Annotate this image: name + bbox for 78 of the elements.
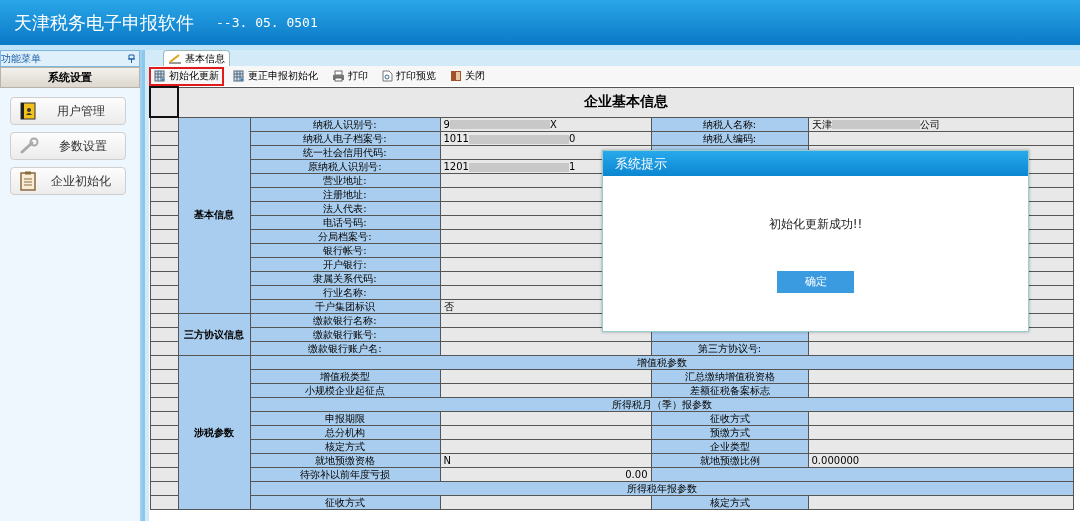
menu-button[interactable]: 企业初始化 bbox=[10, 167, 126, 195]
field-label: 银行帐号: bbox=[323, 245, 367, 256]
field-label: 汇总缴纳增值税资格 bbox=[684, 371, 775, 382]
field-label: 缴款银行账户名: bbox=[308, 343, 382, 354]
field-label: 分局档案号: bbox=[318, 231, 372, 242]
section-header[interactable]: 系统设置 bbox=[0, 67, 140, 88]
field-label: 就地预缴资格 bbox=[315, 455, 375, 466]
field-label: 统一社会信用代码: bbox=[303, 147, 387, 158]
value-text: X bbox=[549, 118, 557, 130]
contact-book-icon bbox=[19, 102, 37, 120]
field-label: 总分机构 bbox=[325, 427, 365, 438]
field-label: 隶属关系代码: bbox=[313, 273, 377, 284]
pencil-chart-icon bbox=[168, 53, 182, 64]
section-label: 基本信息 bbox=[194, 209, 234, 221]
menu-button[interactable]: 用户管理 bbox=[10, 97, 126, 125]
group-header: 所得税年报参数 bbox=[626, 483, 697, 494]
document-icon bbox=[382, 70, 393, 82]
value-text: 1 bbox=[568, 161, 576, 172]
toolbar-button[interactable]: 更正申报初始化 bbox=[228, 66, 323, 86]
value-text: 公司 bbox=[919, 118, 940, 130]
field-label: 征收方式 bbox=[709, 413, 750, 424]
menu-button[interactable]: 参数设置 bbox=[10, 132, 126, 160]
field-label: 预缴方式 bbox=[709, 427, 750, 438]
field-label: 注册地址: bbox=[323, 189, 367, 200]
value-text: 1201 bbox=[443, 161, 469, 172]
toolbar-button[interactable]: 打印预览 bbox=[377, 66, 441, 86]
group-header: 增值税参数 bbox=[636, 357, 687, 368]
field-label: 原纳税人识别号: bbox=[308, 161, 382, 172]
grid-icon bbox=[154, 70, 166, 82]
field-label: 缴款银行账号: bbox=[313, 329, 377, 340]
value-text: 否 bbox=[443, 301, 454, 312]
field-label: 就地预缴比例 bbox=[699, 455, 760, 466]
field-label: 小规模企业起征点 bbox=[305, 385, 385, 396]
dialog-message: 初始化更新成功!! bbox=[768, 216, 863, 233]
panel-title: 功能菜单 bbox=[1, 51, 41, 66]
field-label: 行业名称: bbox=[323, 287, 367, 298]
printer-icon bbox=[332, 70, 345, 82]
section-label: 涉税参数 bbox=[194, 426, 234, 438]
value-text: N bbox=[443, 455, 451, 466]
toolbar-button[interactable]: 打印 bbox=[327, 66, 373, 86]
value-text: 天津 bbox=[811, 118, 832, 130]
field-label: 核定方式 bbox=[325, 441, 365, 452]
section-label: 三方协议信息 bbox=[184, 328, 244, 340]
field-label: 差额征税备案标志 bbox=[689, 385, 770, 396]
field-label: 纳税人编码: bbox=[702, 133, 757, 144]
field-label: 第三方协议号: bbox=[697, 343, 762, 354]
value-text: 9 bbox=[443, 118, 450, 130]
field-label: 增值税类型 bbox=[320, 371, 370, 382]
pin-icon[interactable] bbox=[128, 54, 135, 63]
version-text: --3. 05. 0501 bbox=[216, 15, 318, 30]
tab[interactable]: 基本信息 bbox=[163, 50, 230, 66]
form-title: 企业基本信息 bbox=[584, 93, 668, 109]
field-label: 营业地址: bbox=[323, 175, 367, 186]
field-label: 开户银行: bbox=[323, 259, 367, 270]
field-label: 电话号码: bbox=[323, 217, 367, 228]
app-title: 天津税务电子申报软件 bbox=[14, 10, 194, 35]
value-text: 0 bbox=[568, 133, 576, 144]
field-label: 征收方式 bbox=[325, 497, 365, 508]
group-header: 所得税月（季）报参数 bbox=[611, 399, 712, 410]
field-label: 千户集团标识 bbox=[315, 301, 375, 312]
value-text: 0.00 bbox=[625, 469, 648, 480]
field-label: 待弥补以前年度亏损 bbox=[300, 469, 390, 480]
value-text: 0.000000 bbox=[811, 455, 860, 466]
field-label: 企业类型 bbox=[709, 441, 750, 452]
door-icon bbox=[450, 70, 462, 82]
field-label: 纳税人识别号: bbox=[313, 118, 377, 130]
wrench-icon bbox=[19, 137, 41, 155]
field-label: 纳税人电子档案号: bbox=[303, 133, 387, 144]
field-label: 缴款银行名称: bbox=[313, 315, 377, 326]
clipboard-icon bbox=[19, 171, 37, 191]
toolbar-button[interactable]: 关闭 bbox=[445, 66, 490, 86]
field-label: 法人代表: bbox=[323, 203, 367, 214]
dialog-title: 系统提示 bbox=[603, 151, 1028, 176]
field-label: 申报期限 bbox=[325, 413, 365, 424]
value-text: 1011 bbox=[443, 133, 469, 144]
grid-icon bbox=[233, 70, 245, 82]
field-label: 纳税人名称: bbox=[702, 118, 757, 130]
field-label: 核定方式 bbox=[709, 497, 750, 508]
